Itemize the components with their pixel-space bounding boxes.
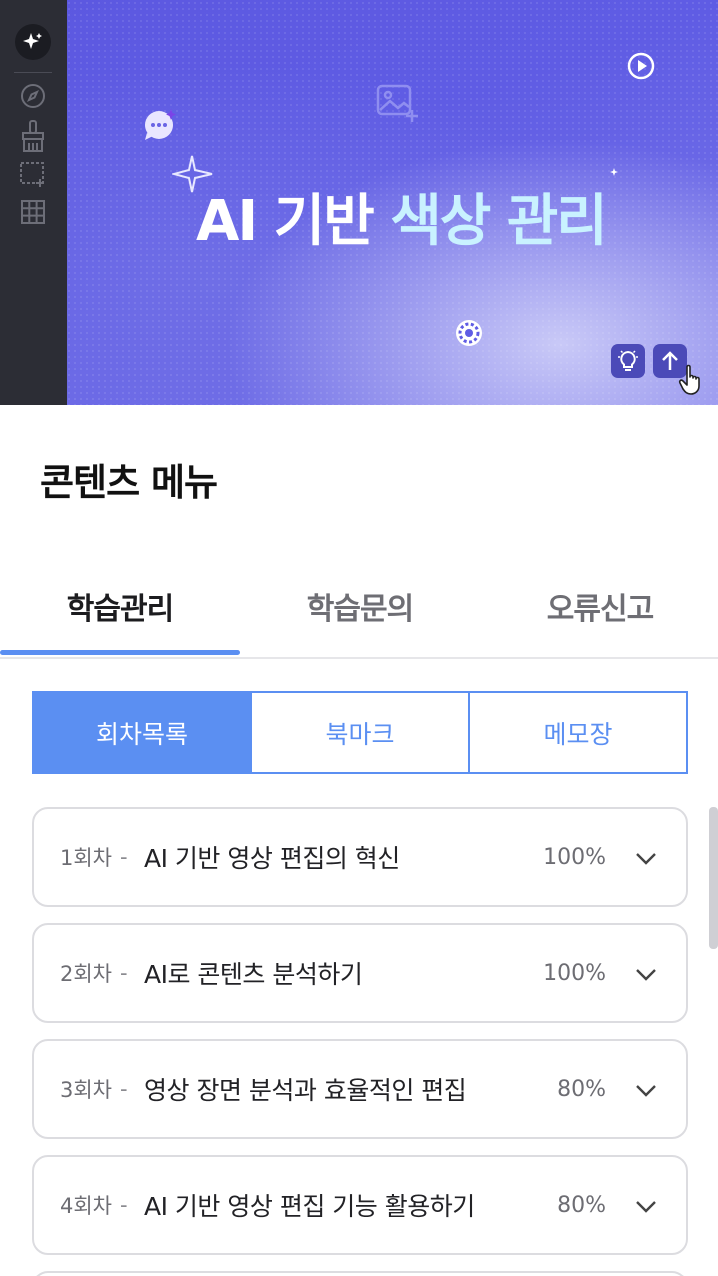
settings-gear-icon: [456, 320, 482, 346]
tab-error-report[interactable]: 오류신고: [480, 556, 718, 656]
session-title: AI로 콘텐츠 분석하기: [144, 960, 363, 989]
session-dash: -: [120, 1077, 128, 1101]
content-tabs: 학습관리 학습문의 오류신고: [0, 556, 718, 659]
play-circle-icon: [627, 52, 655, 80]
session-number: 3회차: [60, 1078, 113, 1102]
session-item-1[interactable]: 1회차 - AI 기반 영상 편집의 혁신 100%: [32, 807, 688, 907]
editor-side-toolbar: [0, 0, 67, 405]
brush-icon[interactable]: [15, 118, 51, 154]
chevron-down-icon[interactable]: [634, 962, 658, 986]
lightbulb-icon: [618, 350, 638, 371]
segment-control: 회차목록 북마크 메모장: [32, 691, 688, 774]
session-progress: 100%: [543, 960, 606, 986]
session-list: 1회차 - AI 기반 영상 편집의 혁신 100% 2회차 - AI로 콘텐츠…: [32, 807, 688, 1276]
scrollbar-thumb[interactable]: [709, 807, 718, 949]
tab-learning-management[interactable]: 학습관리: [0, 556, 240, 656]
session-dash: -: [120, 1193, 128, 1217]
crop-add-icon[interactable]: [15, 156, 51, 192]
hero-banner: AI 기반 색상 관리: [0, 0, 718, 405]
tab-learning-inquiry[interactable]: 학습문의: [240, 556, 480, 656]
pointer-hand-icon: [678, 364, 700, 395]
segment-bookmark[interactable]: 북마크: [250, 691, 470, 774]
session-number: 2회차: [60, 962, 113, 986]
hero-title-highlight: 색상 관리: [390, 189, 608, 254]
session-number: 4회차: [60, 1194, 113, 1218]
active-tab-indicator: [0, 650, 240, 655]
small-star-icon: [610, 168, 618, 176]
chat-bubble-icon: [145, 109, 176, 140]
session-item-5-partial[interactable]: [32, 1271, 688, 1276]
lightbulb-button[interactable]: [611, 344, 645, 378]
compass-icon[interactable]: [15, 78, 51, 114]
segment-session-list[interactable]: 회차목록: [32, 691, 252, 774]
segment-notes[interactable]: 메모장: [468, 691, 688, 774]
arrow-up-icon: [662, 351, 678, 370]
session-progress: 100%: [543, 844, 606, 870]
session-title: AI 기반 영상 편집의 혁신: [144, 844, 400, 873]
toolbar-divider: [14, 72, 52, 73]
session-dash: -: [120, 961, 128, 985]
hero-title: AI 기반 색상 관리: [196, 176, 608, 257]
session-item-2[interactable]: 2회차 - AI로 콘텐츠 분석하기 100%: [32, 923, 688, 1023]
chevron-down-icon[interactable]: [634, 846, 658, 870]
session-progress: 80%: [557, 1192, 606, 1218]
session-progress: 80%: [557, 1076, 606, 1102]
session-title: 영상 장면 분석과 효율적인 편집: [144, 1076, 467, 1105]
session-item-4[interactable]: 4회차 - AI 기반 영상 편집 기능 활용하기 80%: [32, 1155, 688, 1255]
image-add-icon: [376, 84, 418, 122]
session-title: AI 기반 영상 편집 기능 활용하기: [144, 1192, 475, 1221]
chevron-down-icon[interactable]: [634, 1194, 658, 1218]
magic-sparkle-icon[interactable]: [15, 24, 51, 60]
session-number: 1회차: [60, 846, 113, 870]
session-item-3[interactable]: 3회차 - 영상 장면 분석과 효율적인 편집 80%: [32, 1039, 688, 1139]
hero-title-main: AI 기반: [196, 189, 391, 254]
grid-icon[interactable]: [15, 194, 51, 230]
content-menu-heading: 콘텐츠 메뉴: [40, 461, 218, 504]
session-dash: -: [120, 845, 128, 869]
chevron-down-icon[interactable]: [634, 1078, 658, 1102]
